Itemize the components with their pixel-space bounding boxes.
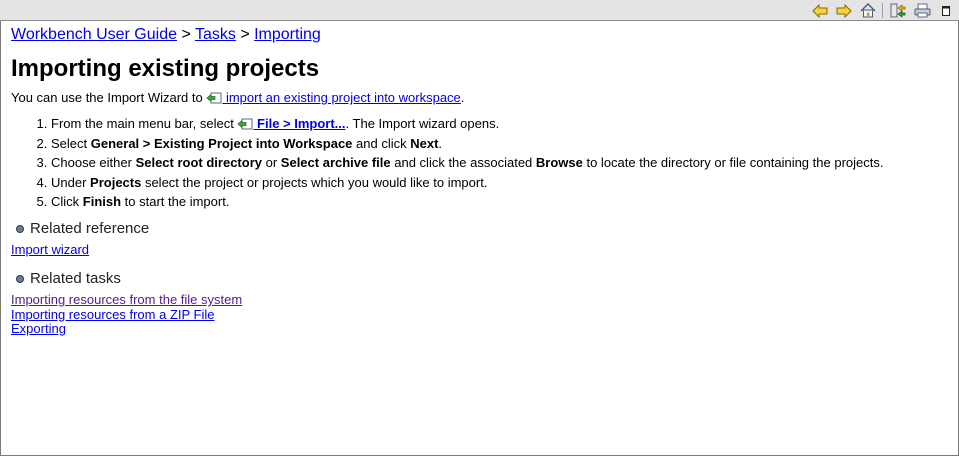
print-button[interactable]	[913, 2, 931, 19]
step-text: .	[438, 135, 443, 151]
file-import-link-label: File > Import...	[253, 116, 346, 131]
related-tasks-links: Importing resources from the file system…	[11, 292, 242, 337]
step-item: Choose either Select root directory or S…	[51, 153, 883, 173]
step-bold-text: Projects	[90, 174, 142, 190]
print-icon	[914, 3, 930, 18]
related-reference-links: Import wizard	[11, 242, 89, 258]
page-title: Importing existing projects	[11, 55, 320, 82]
sync-toc-button[interactable]	[889, 2, 907, 19]
step-bold-text: General > Existing Project into Workspac…	[90, 135, 353, 151]
step-item: Select General > Existing Project into W…	[51, 134, 883, 154]
step-bold-text: Finish	[82, 194, 122, 209]
breadcrumb-separator: >	[240, 26, 250, 43]
step-text: select the project or projects which you…	[141, 174, 488, 190]
import-project-link-label: import an existing project into workspac…	[222, 90, 461, 105]
back-button[interactable]	[811, 2, 829, 19]
step-text: to start the import.	[121, 194, 230, 209]
import-wizard-icon	[237, 118, 253, 130]
home-icon	[860, 3, 876, 18]
import-project-link[interactable]: import an existing project into workspac…	[206, 90, 461, 105]
forward-arrow-icon	[836, 3, 852, 18]
import-wizard-link[interactable]: Import wizard	[11, 242, 89, 258]
sync-toc-icon	[890, 3, 906, 18]
steps-list: From the main menu bar, select File > Im…	[11, 114, 883, 212]
step-text: Choose either	[51, 155, 136, 170]
breadcrumb-separator: >	[181, 26, 191, 43]
maximize-icon	[942, 5, 950, 16]
intro-text: You can use the Import Wizard to	[11, 90, 207, 105]
section-bullet-icon	[16, 275, 24, 283]
section-bullet-icon	[16, 225, 24, 233]
breadcrumb-link-workbench-user-guide[interactable]: Workbench User Guide	[11, 26, 177, 43]
step-bold-text: Select archive file	[280, 155, 391, 170]
step-text: From the main menu bar, select	[51, 116, 238, 131]
step-bold-text: Select root directory	[135, 155, 262, 170]
step-item: Click Finish to start the import.	[51, 192, 883, 212]
help-content: Workbench User Guide > Tasks > Importing…	[11, 25, 949, 336]
maximize-button[interactable]	[937, 2, 955, 19]
home-button[interactable]	[859, 2, 877, 19]
step-text: Click	[51, 194, 83, 209]
step-text: to locate the directory or file containi…	[582, 155, 884, 170]
importing-from-zip-link[interactable]: Importing resources from a ZIP File	[11, 307, 242, 323]
step-text: and click	[352, 135, 411, 151]
step-text: Under	[51, 174, 91, 190]
importing-from-file-system-link[interactable]: Importing resources from the file system	[11, 292, 242, 308]
step-text: . The Import wizard opens.	[345, 116, 500, 131]
help-toolbar	[0, 0, 959, 21]
step-bold-text: Browse	[535, 155, 583, 170]
breadcrumb: Workbench User Guide > Tasks > Importing	[11, 25, 949, 45]
intro-suffix: .	[460, 90, 465, 105]
file-import-link[interactable]: File > Import...	[237, 116, 346, 131]
step-text: or	[262, 155, 281, 170]
related-reference-heading-text: Related reference	[30, 220, 150, 237]
step-bold-text: Next	[410, 135, 439, 151]
breadcrumb-link-importing[interactable]: Importing	[254, 26, 321, 43]
exporting-link[interactable]: Exporting	[11, 321, 242, 337]
step-item: Under Projects select the project or pro…	[51, 173, 883, 193]
import-wizard-icon	[206, 92, 222, 104]
forward-button[interactable]	[835, 2, 853, 19]
related-reference-heading: Related reference	[16, 220, 149, 238]
breadcrumb-link-tasks[interactable]: Tasks	[195, 26, 236, 43]
step-text: Select	[51, 135, 91, 151]
toolbar-separator	[882, 3, 883, 18]
related-tasks-heading: Related tasks	[16, 270, 121, 288]
step-text: and click the associated	[390, 155, 536, 170]
intro-paragraph: You can use the Import Wizard to import …	[11, 89, 464, 107]
back-arrow-icon	[812, 3, 828, 18]
related-tasks-heading-text: Related tasks	[30, 270, 121, 287]
step-item: From the main menu bar, select File > Im…	[51, 114, 883, 134]
